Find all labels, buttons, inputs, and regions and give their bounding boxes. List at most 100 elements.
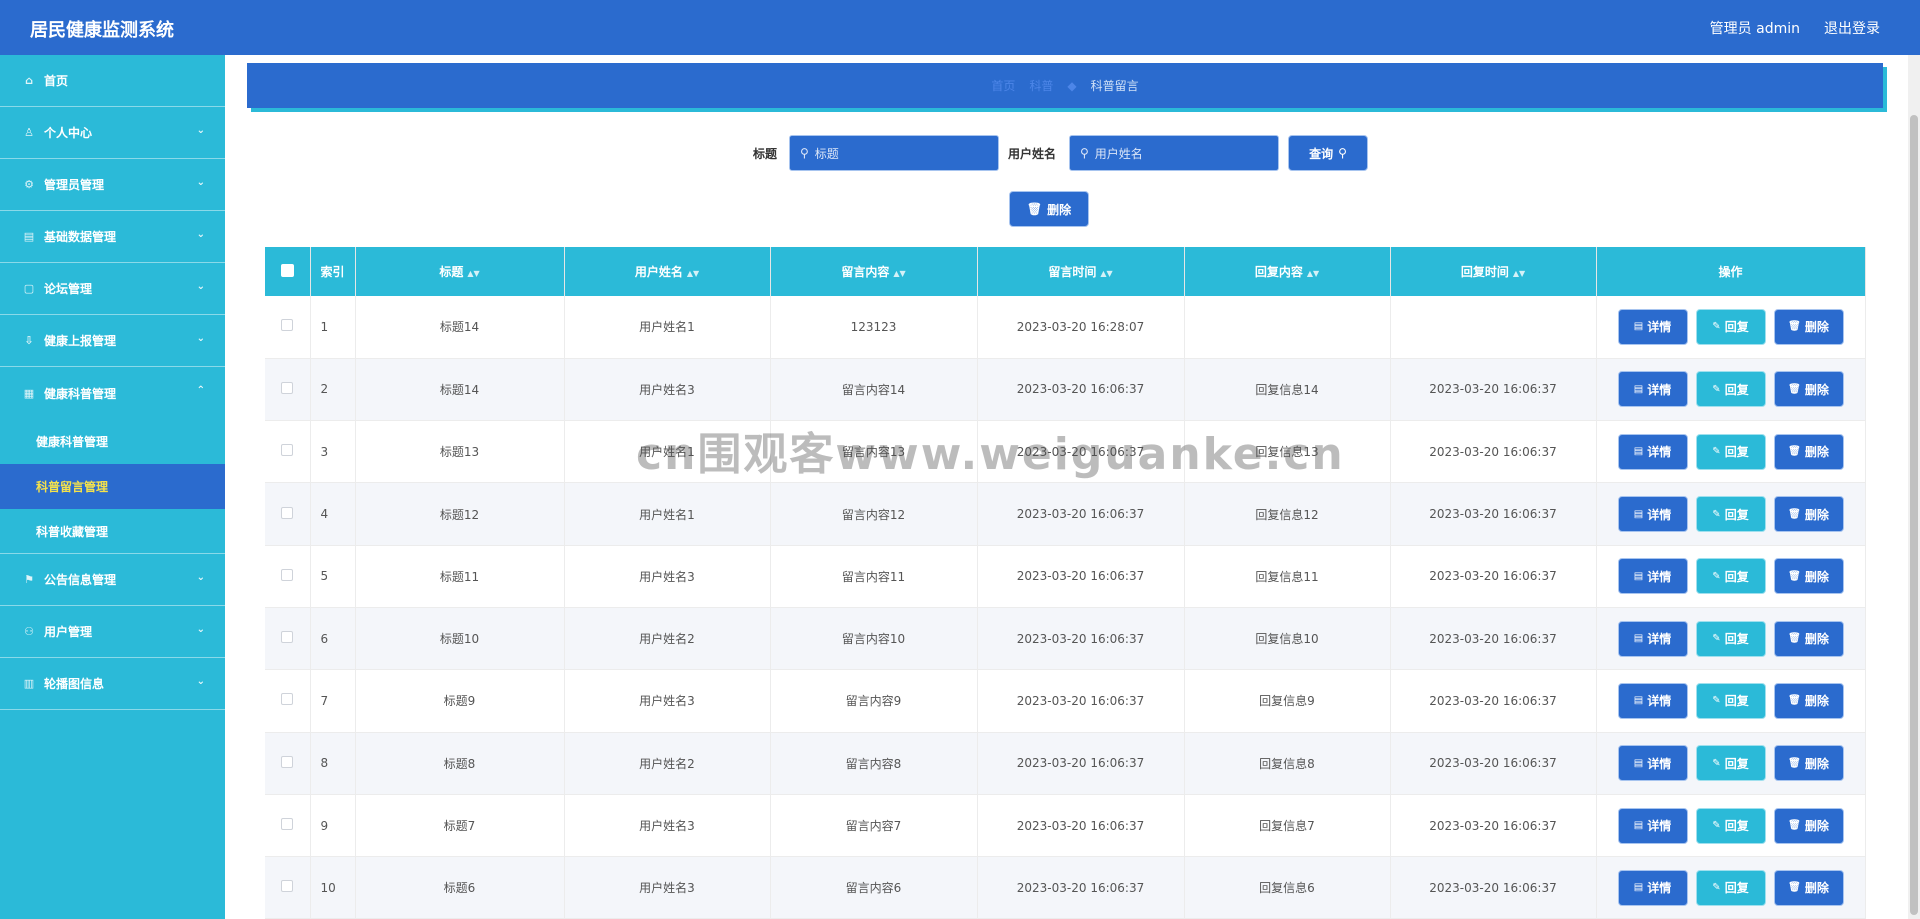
delete-button[interactable]: 🗑 删除 (1773, 558, 1844, 595)
edit-icon: ✎ (1712, 321, 1721, 333)
submenu-item-science-favorites[interactable]: 科普收藏管理 (0, 509, 225, 554)
cell-index: 6 (310, 607, 356, 671)
title-search-input[interactable]: ⚲ 标题 (789, 135, 999, 171)
delete-button[interactable]: 🗑 删除 (1773, 620, 1844, 657)
chevron-down-icon: ⌄ (196, 177, 205, 188)
header-reply[interactable]: 回复内容 ▲▼ (1184, 247, 1391, 296)
row-checkbox[interactable] (265, 732, 311, 795)
detail-button[interactable]: ▤ 详情 (1617, 869, 1688, 906)
logout-link[interactable]: 退出登录 (1824, 18, 1880, 38)
table-row: 3 标题13 用户姓名1 留言内容13 2023-03-20 16:06:37 回复信息1… (265, 420, 1866, 484)
reply-button[interactable]: ✎ 回复 (1695, 869, 1766, 906)
reply-button[interactable]: ✎ 回复 (1695, 620, 1766, 657)
reply-button[interactable]: ✎ 回复 (1695, 807, 1766, 844)
submenu-item-science-comments[interactable]: 科普留言管理 (0, 464, 225, 509)
breadcrumb-middle[interactable]: 科普 (1029, 77, 1053, 94)
query-button[interactable]: 查询 ⚲ (1288, 135, 1368, 171)
cell-content: 留言内容12 (770, 482, 978, 546)
reply-button[interactable]: ✎ 回复 (1695, 308, 1766, 345)
reply-button[interactable]: ✎ 回复 (1695, 745, 1766, 782)
search-icon: ⚲ (800, 146, 809, 160)
chart-icon: ▥ (23, 677, 35, 690)
cell-actions: ▤ 详情 ✎ 回复 🗑 删除 (1596, 296, 1866, 359)
delete-button[interactable]: 🗑 删除 (1773, 496, 1844, 533)
settings-icon: ⚙ (24, 178, 34, 191)
sidebar-item-label: 管理员管理 (44, 178, 105, 192)
sidebar-item-notices[interactable]: ⚑ 公告信息管理 ⌄ (0, 554, 225, 606)
header-content[interactable]: 留言内容 ▲▼ (770, 247, 978, 296)
sidebar-item-health-science[interactable]: ▦ 健康科普管理 ⌃ (0, 367, 225, 419)
row-checkbox[interactable] (265, 296, 311, 359)
reply-button[interactable]: ✎ 回复 (1695, 496, 1766, 533)
cell-title: 标题9 (355, 669, 565, 733)
cell-username: 用户姓名2 (564, 607, 771, 671)
delete-button[interactable]: 🗑 删除 (1773, 745, 1844, 782)
row-checkbox[interactable] (265, 607, 311, 671)
detail-button[interactable]: ▤ 详情 (1617, 433, 1688, 470)
detail-button[interactable]: ▤ 详情 (1617, 807, 1688, 844)
row-checkbox[interactable] (265, 482, 311, 546)
trash-icon: 🗑 (1788, 633, 1801, 645)
detail-button[interactable]: ▤ 详情 (1617, 682, 1688, 719)
scrollbar[interactable] (1908, 55, 1920, 919)
batch-delete-button[interactable]: 🗑 删除 (1009, 191, 1089, 227)
sidebar-item-base-data[interactable]: ▤ 基础数据管理 ⌄ (0, 211, 225, 263)
delete-button[interactable]: 🗑 删除 (1773, 371, 1844, 408)
cell-time: 2023-03-20 16:28:07 (977, 296, 1185, 359)
header-time[interactable]: 留言时间 ▲▼ (977, 247, 1185, 296)
trash-icon: 🗑 (1788, 383, 1801, 395)
select-all-checkbox[interactable] (265, 247, 311, 296)
sidebar-item-carousel[interactable]: ▥ 轮播图信息 ⌄ (0, 658, 225, 710)
cell-title: 标题8 (355, 732, 565, 795)
detail-button[interactable]: ▤ 详情 (1617, 371, 1688, 408)
cell-reply: 回复信息7 (1184, 794, 1391, 858)
submenu-item-health-science[interactable]: 健康科普管理 (0, 419, 225, 464)
edit-icon: ✎ (1712, 757, 1721, 769)
delete-button[interactable]: 🗑 删除 (1773, 308, 1844, 345)
trash-icon: 🗑 (1788, 820, 1801, 832)
trash-icon: 🗑 (1788, 757, 1801, 769)
sort-icon: ▲▼ (467, 269, 480, 278)
sidebar-item-users[interactable]: ⚇ 用户管理 ⌄ (0, 606, 225, 658)
username-search-input[interactable]: ⚲ 用户姓名 (1069, 135, 1279, 171)
reply-button[interactable]: ✎ 回复 (1695, 433, 1766, 470)
delete-button[interactable]: 🗑 删除 (1773, 682, 1844, 719)
cell-index: 5 (310, 545, 356, 608)
reply-button[interactable]: ✎ 回复 (1695, 371, 1766, 408)
scrollbar-thumb[interactable] (1910, 115, 1918, 915)
sidebar-item-health-report[interactable]: ⇩ 健康上报管理 ⌄ (0, 315, 225, 367)
delete-button[interactable]: 🗑 删除 (1773, 807, 1844, 844)
cell-time: 2023-03-20 16:06:37 (977, 794, 1185, 858)
title-search-label: 标题 (753, 147, 778, 161)
row-checkbox[interactable] (265, 669, 311, 733)
users-icon: ⚇ (24, 625, 34, 638)
detail-button[interactable]: ▤ 详情 (1617, 620, 1688, 657)
detail-button[interactable]: ▤ 详情 (1617, 308, 1688, 345)
cell-actions: ▤ 详情 ✎ 回复 🗑 删除 (1596, 669, 1866, 733)
row-checkbox[interactable] (265, 358, 311, 422)
cell-reply: 回复信息9 (1184, 669, 1391, 733)
sidebar-item-home[interactable]: ⌂ 首页 (0, 55, 225, 107)
header-title[interactable]: 标题 ▲▼ (355, 247, 565, 296)
delete-button[interactable]: 🗑 删除 (1773, 869, 1844, 906)
row-checkbox[interactable] (265, 420, 311, 484)
detail-button[interactable]: ▤ 详情 (1617, 745, 1688, 782)
row-checkbox[interactable] (265, 545, 311, 608)
delete-button[interactable]: 🗑 删除 (1773, 433, 1844, 470)
breadcrumb-home[interactable]: 首页 (991, 77, 1015, 94)
query-button-label: 查询 (1309, 146, 1334, 161)
cell-title: 标题14 (355, 296, 565, 359)
row-checkbox[interactable] (265, 794, 311, 858)
header-username[interactable]: 用户姓名 ▲▼ (564, 247, 771, 296)
trash-icon: 🗑 (1788, 570, 1801, 582)
detail-button[interactable]: ▤ 详情 (1617, 558, 1688, 595)
reply-button[interactable]: ✎ 回复 (1695, 682, 1766, 719)
header-reply-time[interactable]: 回复时间 ▲▼ (1390, 247, 1597, 296)
cell-time: 2023-03-20 16:06:37 (977, 856, 1185, 919)
reply-button[interactable]: ✎ 回复 (1695, 558, 1766, 595)
cell-username: 用户姓名3 (564, 545, 771, 608)
sidebar-item-forum[interactable]: ▢ 论坛管理 ⌄ (0, 263, 225, 315)
row-checkbox[interactable] (265, 856, 311, 919)
detail-button[interactable]: ▤ 详情 (1617, 496, 1688, 533)
cell-username: 用户姓名1 (564, 482, 771, 546)
